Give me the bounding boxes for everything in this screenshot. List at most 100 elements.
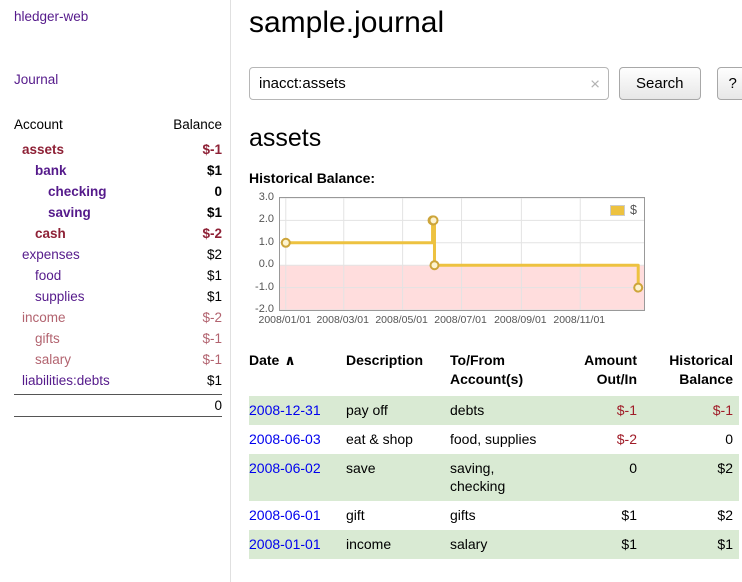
y-tick-label: 0.0 — [259, 258, 274, 270]
transaction-amount: $-2 — [558, 425, 643, 454]
transaction-row: 2008-06-01giftgifts$1$2 — [249, 501, 739, 530]
sidebar-account-link-assets[interactable]: assets — [14, 142, 64, 157]
transaction-historical-balance: $2 — [643, 454, 739, 502]
transaction-row: 2008-12-31pay offdebts$-1$-1 — [249, 396, 739, 425]
transaction-description: income — [346, 530, 450, 559]
sidebar-account-link-food[interactable]: food — [14, 268, 61, 283]
accounts-total-row: 0 — [14, 394, 222, 417]
account-row: gifts $-1 — [14, 328, 222, 349]
transaction-date-link[interactable]: 2008-06-03 — [249, 431, 321, 447]
header-amount-line2: Out/In — [597, 371, 637, 387]
transaction-date-link[interactable]: 2008-06-02 — [249, 460, 321, 476]
sidebar-account-link-saving[interactable]: saving — [14, 205, 91, 220]
account-row: liabilities:debts $1 — [14, 370, 222, 391]
account-row: income $-2 — [14, 307, 222, 328]
x-tick-label: 2008/11/01 — [553, 314, 605, 326]
transaction-accounts: gifts — [450, 501, 558, 530]
accounts-header-account: Account — [14, 117, 63, 132]
sidebar-account-link-expenses[interactable]: expenses — [14, 247, 80, 262]
transactions-header-row: Date ∧ Description To/From Account(s) Amo… — [249, 349, 739, 396]
header-tofrom-line1: To/From — [450, 352, 505, 368]
x-tick-label: 2008/07/01 — [434, 314, 487, 326]
account-balance: $1 — [207, 289, 222, 304]
account-balance: $2 — [207, 247, 222, 262]
transaction-historical-balance: $-1 — [643, 396, 739, 425]
y-tick-label: -1.0 — [255, 281, 274, 293]
search-button[interactable]: Search — [619, 67, 701, 100]
account-row: food $1 — [14, 265, 222, 286]
accounts-total-value: 0 — [214, 398, 222, 413]
transaction-amount: $-1 — [558, 396, 643, 425]
sidebar-account-link-income[interactable]: income — [14, 310, 66, 325]
x-tick-label: 2008/01/01 — [259, 314, 312, 326]
app-root: hledger-web Journal Account Balance asse… — [0, 0, 742, 582]
transaction-historical-balance: $1 — [643, 530, 739, 559]
sidebar-account-link-checking[interactable]: checking — [14, 184, 107, 199]
header-amount-line1: Amount — [584, 352, 637, 368]
historical-balance-chart: 3.02.01.00.0-1.0-2.0 $ 2008/01/012008/03… — [249, 197, 645, 328]
transaction-date-link[interactable]: 2008-01-01 — [249, 536, 321, 552]
x-tick-label: 2008/03/01 — [316, 314, 369, 326]
search-box: × — [249, 67, 609, 100]
account-row: saving $1 — [14, 202, 222, 223]
search-input[interactable] — [249, 67, 609, 100]
sidebar-account-link-supplies[interactable]: supplies — [14, 289, 85, 304]
transaction-accounts: debts — [450, 396, 558, 425]
account-row: assets $-1 — [14, 139, 222, 160]
transaction-row: 2008-06-02 savesaving, checking0$2 — [249, 454, 739, 502]
account-row: supplies $1 — [14, 286, 222, 307]
sidebar-account-link-cash[interactable]: cash — [14, 226, 66, 241]
transaction-accounts: food, supplies — [450, 425, 558, 454]
sort-asc-icon[interactable]: ∧ — [284, 352, 295, 368]
transaction-amount: 0 — [558, 454, 643, 502]
header-date[interactable]: Date ∧ — [249, 349, 346, 396]
x-tick-label: 2008/05/01 — [375, 314, 428, 326]
account-balance: $1 — [207, 163, 222, 178]
chart-title: Historical Balance: — [249, 170, 742, 186]
account-balance: $1 — [207, 373, 222, 388]
transaction-date-link[interactable]: 2008-06-01 — [249, 507, 321, 523]
app-title-link[interactable]: hledger-web — [14, 9, 230, 24]
clear-search-icon[interactable]: × — [590, 75, 600, 92]
account-balance: $-1 — [202, 142, 222, 157]
page-title: sample.journal — [249, 6, 742, 40]
x-tick-label: 2008/09/01 — [494, 314, 547, 326]
header-historical-balance: Historical Balance — [643, 349, 739, 396]
account-row: expenses $2 — [14, 244, 222, 265]
accounts-table-header: Account Balance — [14, 115, 222, 139]
y-tick-label: 1.0 — [259, 236, 274, 248]
y-tick-label: 2.0 — [259, 213, 274, 225]
transaction-description: save — [346, 454, 450, 502]
chart-canvas — [280, 198, 644, 310]
account-row: salary$-1 — [14, 349, 222, 370]
legend-swatch-icon — [610, 205, 625, 216]
chart-y-axis: 3.02.01.00.0-1.0-2.0 — [249, 197, 279, 309]
transaction-row: 2008-06-03eat & shopfood, supplies$-20 — [249, 425, 739, 454]
transaction-row: 2008-01-01incomesalary$1$1 — [249, 530, 739, 559]
transactions-table: Date ∧ Description To/From Account(s) Amo… — [249, 349, 739, 559]
header-amount: Amount Out/In — [558, 349, 643, 396]
legend-label: $ — [630, 203, 637, 217]
transaction-amount: $1 — [558, 501, 643, 530]
help-button[interactable]: ? — [717, 67, 742, 100]
account-balance: $1 — [207, 268, 222, 283]
header-date-label: Date — [249, 352, 279, 368]
sidebar-account-link-gifts[interactable]: gifts — [14, 331, 60, 346]
sidebar-account-link-salary[interactable]: salary — [14, 352, 71, 367]
account-heading: assets — [249, 124, 742, 153]
header-tofrom-line2: Account(s) — [450, 371, 523, 387]
header-description-label: Description — [346, 352, 423, 368]
account-row: cash$-2 — [14, 223, 222, 244]
account-balance: $1 — [207, 205, 222, 220]
transaction-accounts: salary — [450, 530, 558, 559]
transaction-accounts: saving, checking — [450, 454, 558, 502]
account-row: bank $1 — [14, 160, 222, 181]
account-balance: 0 — [214, 184, 222, 199]
transaction-date-link[interactable]: 2008-12-31 — [249, 402, 321, 418]
sidebar-account-link-liabilities-debts[interactable]: liabilities:debts — [14, 373, 110, 388]
account-balance: $-1 — [202, 331, 222, 346]
transaction-historical-balance: $2 — [643, 501, 739, 530]
sidebar-item-journal[interactable]: Journal — [14, 72, 230, 87]
account-balance: $-2 — [202, 310, 222, 325]
sidebar-account-link-bank[interactable]: bank — [14, 163, 67, 178]
